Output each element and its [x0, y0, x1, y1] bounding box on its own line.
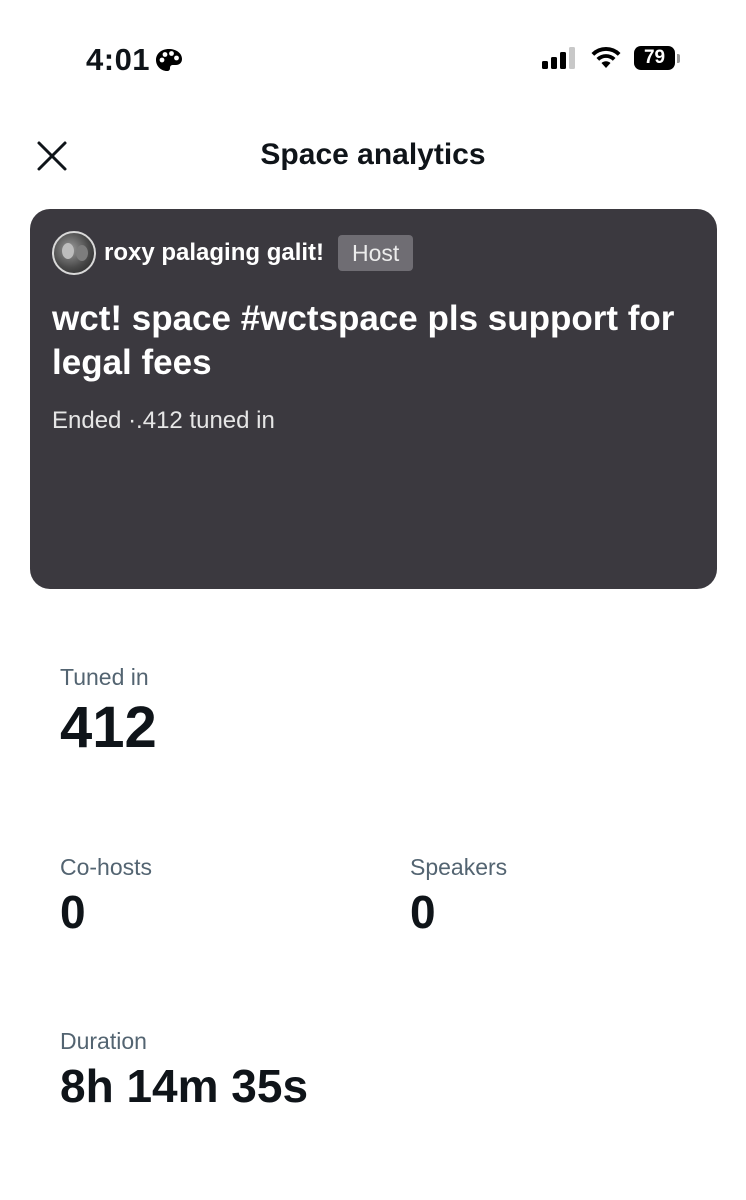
- host-row: roxy palaging galit! Host: [52, 231, 695, 275]
- stat-co-hosts: Co-hosts 0: [60, 854, 152, 939]
- cellular-signal-icon: [542, 47, 575, 69]
- stat-speakers-value: 0: [410, 886, 436, 938]
- stat-tuned-in-value: 412: [60, 695, 157, 760]
- stat-tuned-in-label: Tuned in: [60, 664, 149, 690]
- stat-duration-value: 8h 14m 35s: [60, 1060, 309, 1112]
- stat-speakers-label: Speakers: [410, 854, 508, 880]
- avatar: [52, 231, 96, 275]
- host-badge: Host: [338, 235, 414, 271]
- palette-icon: [156, 49, 183, 71]
- page-title: Space analytics: [260, 138, 486, 171]
- status-time-text: 4:01: [86, 42, 151, 77]
- space-title: wct! space #wctspace pls support for leg…: [52, 299, 675, 382]
- space-card[interactable]: roxy palaging galit! Host wct! space #wc…: [30, 209, 717, 589]
- stat-co-hosts-label: Co-hosts: [60, 854, 153, 880]
- stat-duration: Duration 8h 14m 35s: [60, 1028, 308, 1113]
- host-name: roxy palaging galit!: [104, 239, 325, 266]
- battery-icon: 79: [634, 46, 680, 70]
- battery-level: 79: [634, 46, 676, 70]
- wifi-icon: [591, 46, 621, 68]
- status-time: 4:01: [86, 42, 184, 78]
- battery-tip: [677, 53, 680, 63]
- stat-duration-label: Duration: [60, 1028, 147, 1054]
- stat-co-hosts-value: 0: [60, 886, 86, 938]
- status-indicators: 79: [542, 46, 680, 70]
- stat-speakers: Speakers 0: [410, 854, 507, 939]
- space-status: Ended ·.412 tuned in: [52, 407, 275, 434]
- stat-tuned-in: Tuned in 412: [60, 664, 157, 761]
